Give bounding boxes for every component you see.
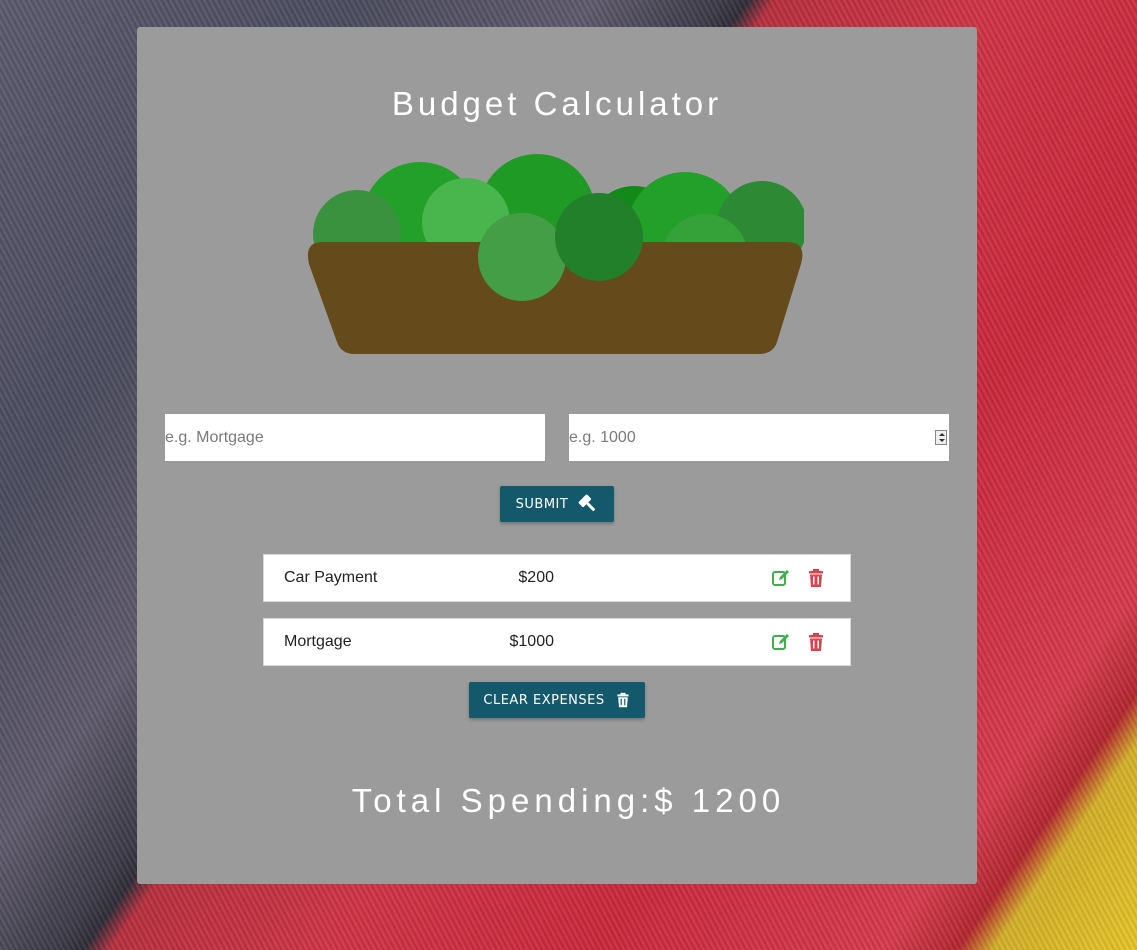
expense-amount: $1000 (509, 633, 555, 650)
expense-amount-input[interactable] (569, 414, 929, 461)
gavel-icon (578, 494, 596, 512)
spinner-up-icon[interactable] (939, 433, 945, 436)
expense-row: Car Payment $200 (263, 554, 851, 602)
salad-bowl-illustration (307, 154, 804, 354)
submit-label: SUBMIT (515, 496, 569, 512)
edit-icon[interactable] (771, 568, 791, 588)
expense-name-input[interactable] (165, 414, 545, 461)
trash-icon[interactable] (806, 568, 826, 588)
spinner-down-icon[interactable] (939, 439, 945, 442)
page-title: Budget Calculator (391, 85, 723, 122)
expense-name: Mortgage (284, 633, 352, 650)
expense-name: Car Payment (284, 569, 378, 586)
edit-icon[interactable] (771, 632, 791, 652)
submit-button[interactable]: SUBMIT (500, 486, 614, 522)
amount-spinner[interactable] (935, 430, 947, 445)
trash-icon (617, 692, 629, 708)
expense-row: Mortgage $1000 (263, 618, 851, 666)
trash-icon[interactable] (806, 632, 826, 652)
expense-amount: $200 (518, 569, 554, 586)
total-spending: Total Spending:$ 1200 (351, 782, 786, 819)
clear-expenses-button[interactable]: CLEAR EXPENSES (469, 682, 645, 718)
expense-amount-field[interactable] (569, 414, 949, 461)
clear-expenses-label: CLEAR EXPENSES (483, 692, 605, 708)
